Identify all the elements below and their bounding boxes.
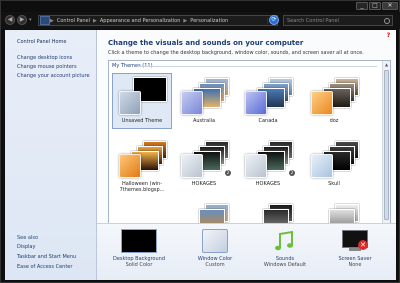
change-account-picture-link[interactable]: Change your account picture — [17, 73, 90, 79]
address-bar[interactable]: ▶ Control Panel ▶ Appearance and Persona… — [38, 15, 278, 26]
desktop-background-icon — [121, 229, 157, 253]
sounds-button[interactable]: Sounds Windows Default — [255, 229, 315, 268]
screen-saver-button[interactable]: ✕ Screen Saver None — [325, 229, 385, 268]
theme-label: Halloween (win-7themes.blogsp... — [119, 181, 165, 193]
theme-label: HOKAGES — [255, 181, 281, 187]
theme-settings-bar: Desktop Background Solid Color Window Co… — [97, 223, 396, 280]
theme-hokages-2[interactable]: 2 HOKAGES — [239, 137, 297, 191]
window-color-swatch — [119, 154, 141, 178]
close-button[interactable]: ✕ — [382, 2, 398, 10]
maximize-button[interactable]: □ — [369, 2, 381, 10]
music-note-icon — [267, 229, 303, 253]
scroll-up-icon[interactable]: ▲ — [383, 61, 390, 68]
breadcrumb-control-panel[interactable]: Control Panel — [54, 18, 93, 24]
window-color-swatch — [181, 91, 203, 115]
theme-label: Canada — [258, 118, 278, 124]
theme-unsaved[interactable]: Unsaved Theme — [112, 73, 172, 129]
recent-pages-dropdown-icon[interactable]: ▾ — [29, 17, 32, 23]
nav-arrows: ◀ ▶ ▾ — [5, 15, 32, 25]
sounds-badge-icon: 2 — [225, 170, 231, 176]
window-color-value: Custom — [205, 262, 225, 268]
page-title: Change the visuals and sounds on your co… — [108, 39, 304, 47]
group-divider — [137, 66, 377, 67]
desktop-background-button[interactable]: Desktop Background Solid Color — [109, 229, 169, 268]
window-color-swatch — [119, 91, 141, 115]
screen-saver-icon: ✕ — [337, 229, 373, 253]
display-link[interactable]: Display — [17, 244, 35, 250]
breadcrumb-personalization[interactable]: Personalization — [187, 18, 231, 24]
theme-doz[interactable]: doz — [305, 74, 363, 128]
back-button[interactable]: ◀ — [5, 15, 15, 25]
desktop-background-value: Solid Color — [125, 262, 153, 268]
theme-skull[interactable]: Skull — [305, 137, 363, 191]
sidebar: Control Panel Home Change desktop icons … — [5, 30, 97, 280]
page-description: Click a theme to change the desktop back… — [108, 50, 364, 56]
window-color-swatch — [311, 154, 333, 178]
window-controls: _ □ ✕ — [356, 2, 398, 10]
control-panel-icon — [40, 16, 50, 25]
window-color-icon — [202, 229, 228, 253]
theme-canada[interactable]: Canada — [239, 74, 297, 128]
theme-label: doz — [329, 118, 339, 124]
window-color-button[interactable]: Window Color Custom — [185, 229, 245, 268]
theme-halloween[interactable]: Halloween (win-7themes.blogsp... — [113, 137, 171, 193]
scroll-thumb[interactable] — [384, 70, 389, 220]
forward-button[interactable]: ▶ — [17, 15, 27, 25]
window-color-swatch — [181, 154, 203, 178]
ease-of-access-link[interactable]: Ease of Access Center — [17, 264, 72, 270]
search-input[interactable]: Search Control Panel — [283, 15, 393, 26]
sounds-badge-icon: 2 — [289, 170, 295, 176]
theme-label: Unsaved Theme — [121, 118, 163, 124]
window-color-swatch — [311, 91, 333, 115]
taskbar-start-menu-link[interactable]: Taskbar and Start Menu — [17, 254, 76, 260]
title-bar: _ □ ✕ — [1, 1, 400, 11]
see-also-heading: See also — [17, 235, 39, 241]
theme-scrollbar[interactable]: ▲ ▼ — [382, 61, 390, 249]
refresh-button[interactable]: ⟳ — [269, 15, 279, 25]
search-placeholder: Search Control Panel — [287, 17, 339, 24]
theme-australia[interactable]: Australia — [175, 74, 233, 128]
window-color-swatch — [245, 91, 267, 115]
theme-hokages-1[interactable]: 2 HOKAGES — [175, 137, 233, 191]
theme-label: Skull — [328, 181, 340, 187]
window-frame: _ □ ✕ ◀ ▶ ▾ ▶ Control Panel ▶ Appearance… — [0, 0, 400, 283]
control-panel-home-link[interactable]: Control Panel Home — [17, 39, 67, 45]
no-entry-icon: ✕ — [358, 240, 368, 250]
search-icon[interactable] — [384, 17, 390, 24]
change-desktop-icons-link[interactable]: Change desktop icons — [17, 55, 72, 61]
change-mouse-pointers-link[interactable]: Change mouse pointers — [17, 64, 77, 70]
theme-label: HOKAGES — [191, 181, 217, 187]
navigation-bar: ◀ ▶ ▾ ▶ Control Panel ▶ Appearance and P… — [1, 12, 400, 29]
theme-label: Australia — [192, 118, 216, 124]
sounds-value: Windows Default — [263, 262, 307, 268]
theme-gallery: My Themes (11) Unsaved Theme Australia C… — [108, 60, 391, 250]
screen-saver-value: None — [348, 262, 362, 268]
breadcrumb-appearance[interactable]: Appearance and Personalization — [97, 18, 184, 24]
window-color-swatch — [245, 154, 267, 178]
help-icon[interactable]: ? — [385, 33, 392, 40]
minimize-button[interactable]: _ — [356, 2, 368, 10]
